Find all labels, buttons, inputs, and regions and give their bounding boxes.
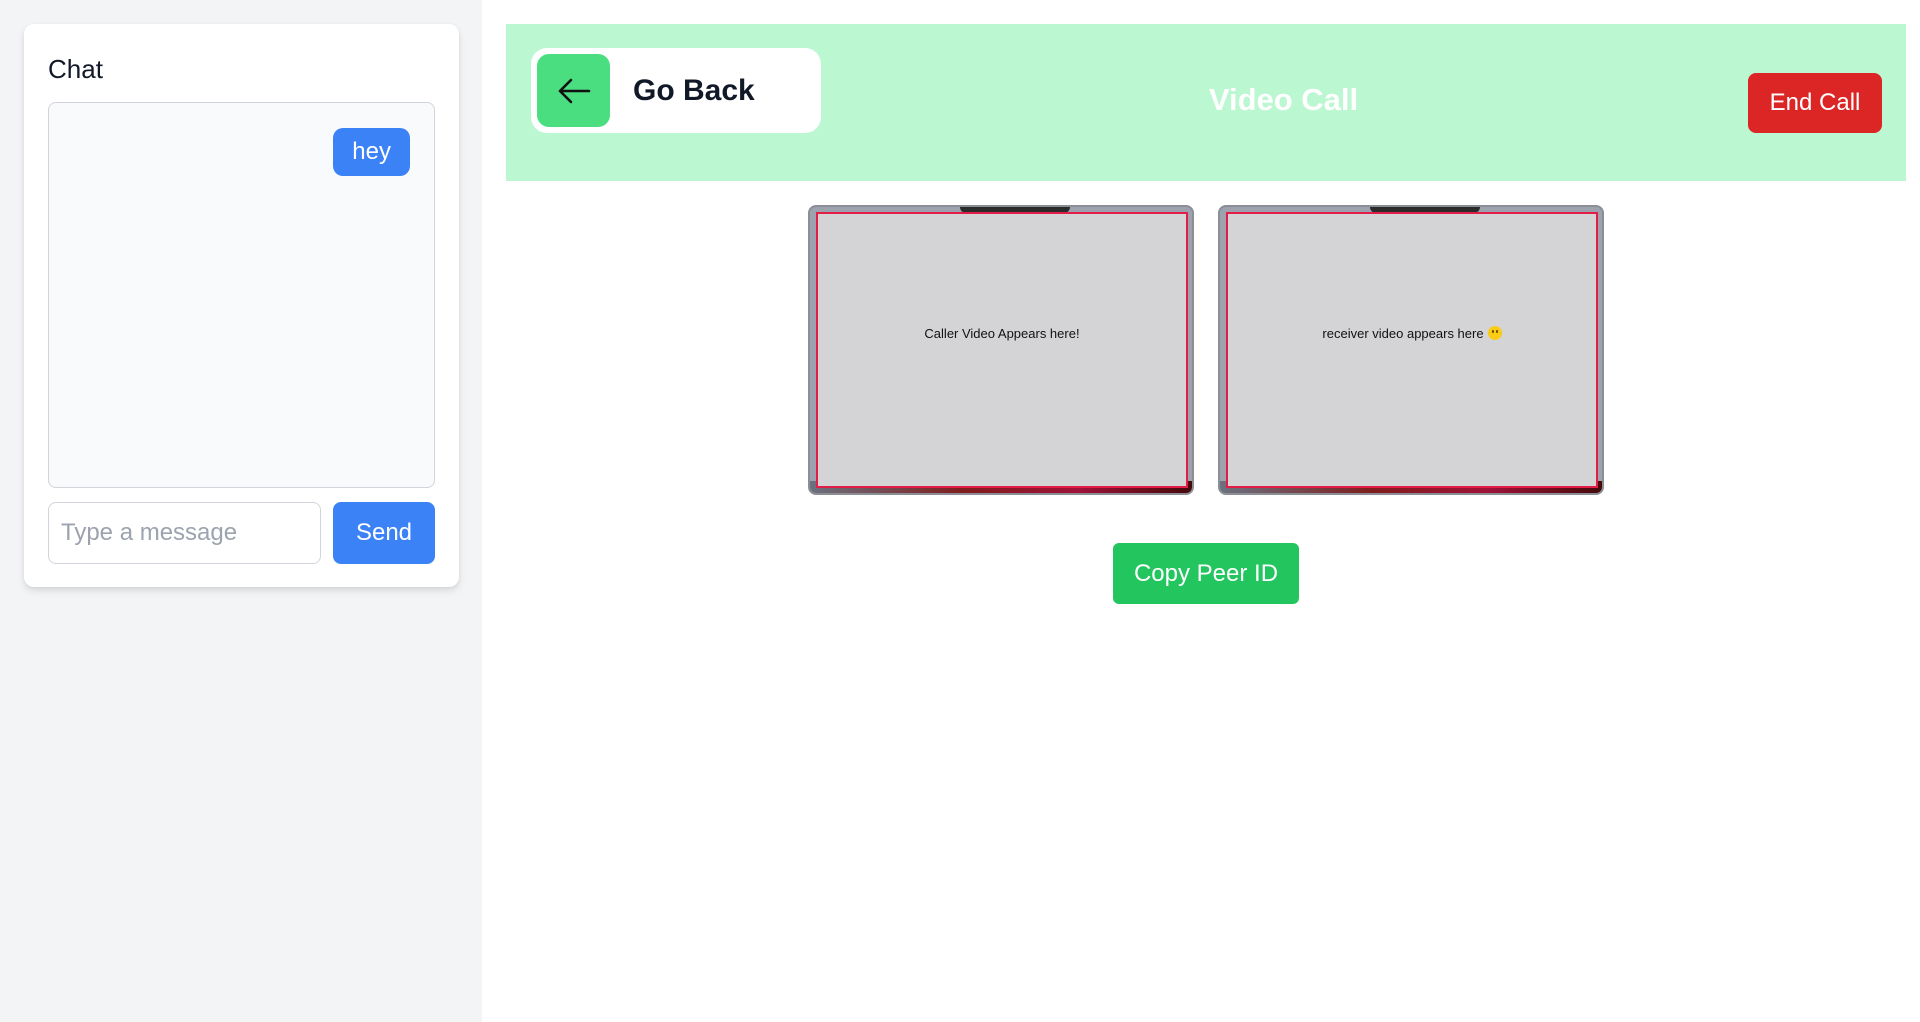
message-input[interactable] [48, 502, 321, 564]
chat-sidebar: Chat hey Send [0, 0, 482, 1022]
caller-video: Caller Video Appears here! [808, 205, 1194, 495]
go-back-button[interactable]: Go Back [531, 48, 821, 133]
chat-title: Chat [48, 54, 103, 84]
go-back-label: Go Back [633, 74, 755, 107]
copy-peer-id-button[interactable]: Copy Peer ID [1113, 543, 1299, 604]
arrow-left-icon [537, 54, 610, 127]
caller-video-placeholder: Caller Video Appears here! [818, 326, 1186, 341]
chat-card: Chat hey Send [24, 24, 459, 587]
receiver-video-text: receiver video appears here [1322, 326, 1484, 341]
app-root: Chat hey Send Go Back Video Call End Cal… [0, 0, 1920, 1022]
caller-video-frame: Caller Video Appears here! [816, 212, 1188, 488]
page-title: Video Call [1208, 82, 1359, 117]
chat-message-bubble: hey [333, 128, 410, 176]
receiver-video: receiver video appears here [1218, 205, 1604, 495]
receiver-video-frame: receiver video appears here [1226, 212, 1598, 488]
smiley-face-icon [1487, 326, 1502, 340]
video-call-header: Go Back Video Call End Call [506, 24, 1906, 181]
caller-video-text: Caller Video Appears here! [924, 326, 1080, 341]
chat-messages-area[interactable]: hey [48, 102, 435, 488]
end-call-button[interactable]: End Call [1748, 73, 1882, 133]
receiver-video-placeholder: receiver video appears here [1228, 326, 1596, 341]
send-button[interactable]: Send [333, 502, 435, 564]
